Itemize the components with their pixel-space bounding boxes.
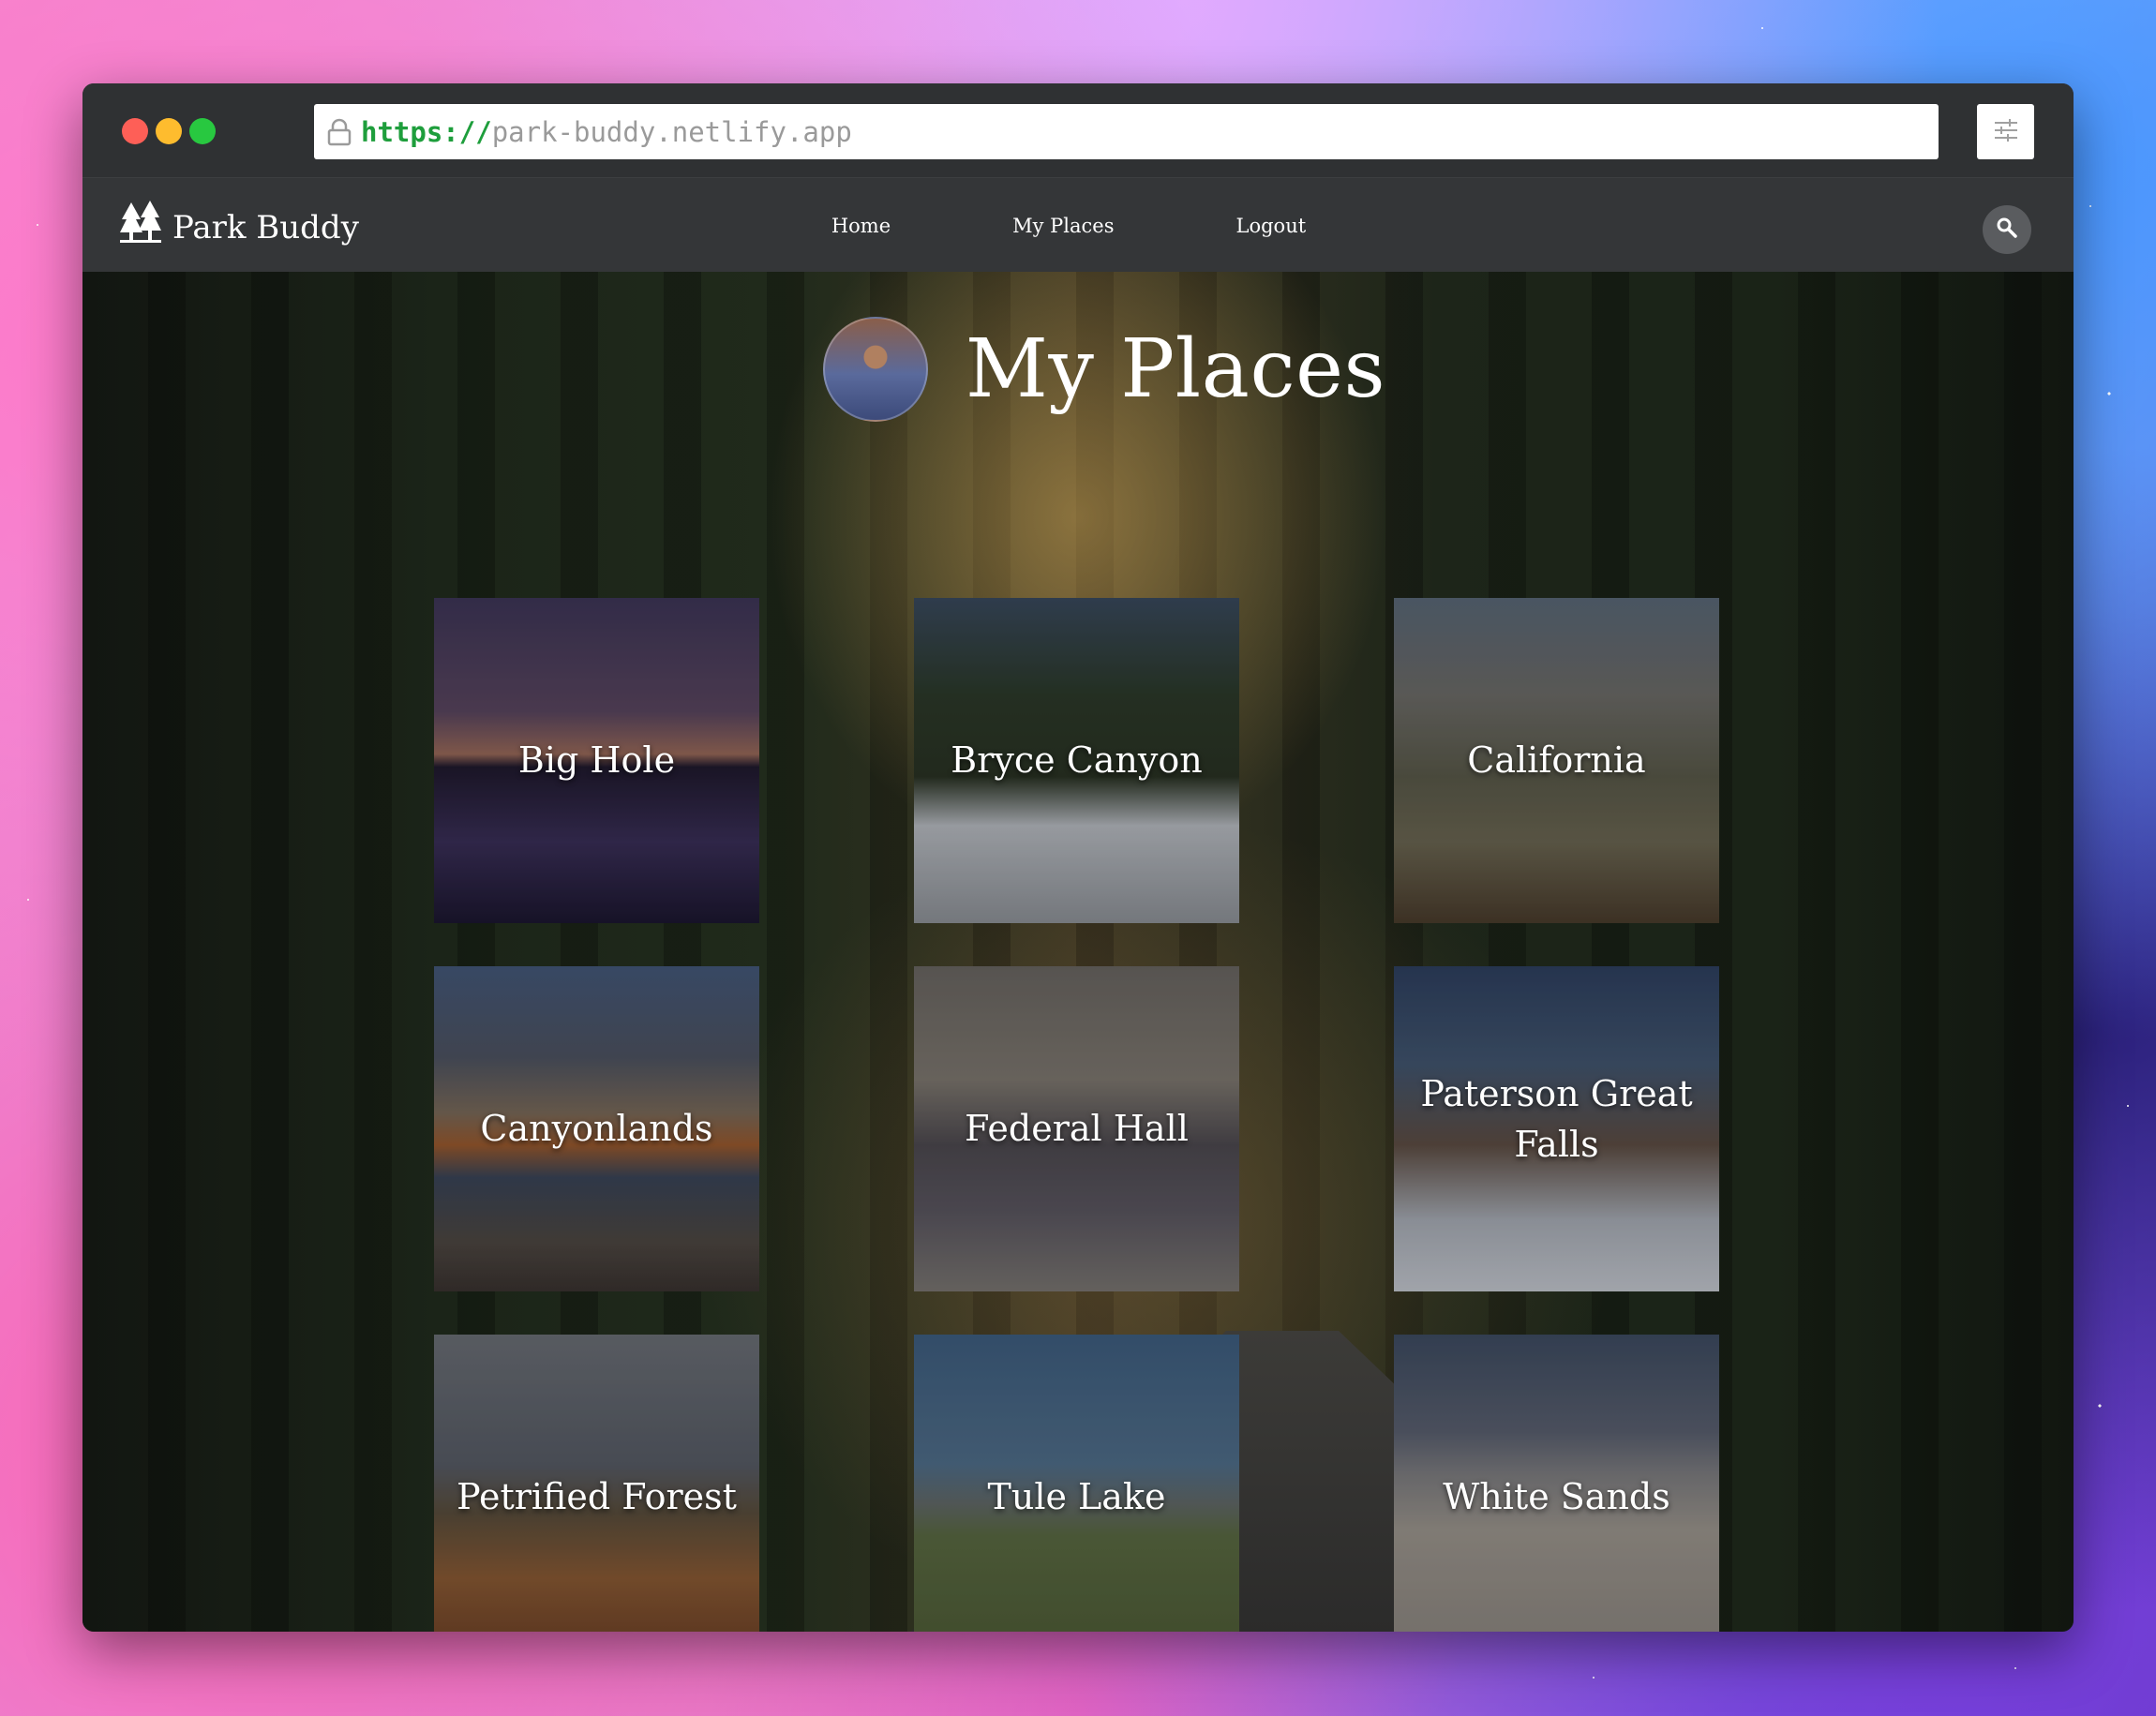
close-window-button[interactable] — [122, 118, 148, 144]
page-title: My Places — [965, 322, 1386, 416]
page-heading: My Places — [82, 317, 2074, 422]
place-card-tule-lake[interactable]: Tule Lake — [914, 1335, 1239, 1632]
place-card-label: Bryce Canyon — [951, 739, 1203, 781]
nav-links: Home My Places Logout — [82, 178, 2074, 273]
place-card-federal-hall[interactable]: Federal Hall — [914, 966, 1239, 1291]
place-card-big-hole[interactable]: Big Hole — [434, 598, 759, 923]
address-bar[interactable]: https:// park-buddy.netlify.app — [314, 104, 1939, 159]
place-card-bryce-canyon[interactable]: Bryce Canyon — [914, 598, 1239, 923]
nav-link-my-places[interactable]: My Places — [1012, 215, 1114, 237]
url-scheme: https:// — [361, 115, 492, 148]
url-host: park-buddy.netlify.app — [491, 115, 852, 148]
place-card-label: Tule Lake — [987, 1475, 1166, 1517]
places-grid: Big Hole Bryce Canyon California Canyonl… — [434, 598, 1720, 1632]
place-card-california[interactable]: California — [1394, 598, 1719, 923]
place-card-label: Petrified Forest — [457, 1475, 737, 1517]
place-card-label: Paterson Great Falls — [1420, 1073, 1693, 1165]
place-card-paterson-great-falls[interactable]: Paterson Great Falls — [1394, 966, 1719, 1291]
place-card-label: Canyonlands — [480, 1107, 713, 1149]
search-button[interactable] — [1983, 205, 2031, 254]
place-card-label: California — [1467, 739, 1646, 781]
place-card-label: Big Hole — [517, 739, 676, 781]
avatar[interactable] — [822, 317, 928, 422]
place-card-canyonlands[interactable]: Canyonlands — [434, 966, 759, 1291]
nav-link-logout[interactable]: Logout — [1236, 215, 1307, 237]
places-content: My Places Big Hole Bryce Canyon Californ… — [82, 272, 2074, 1632]
minimize-window-button[interactable] — [156, 118, 182, 144]
window-controls — [122, 118, 216, 144]
site-navbar: Park Buddy Home My Places Logout — [82, 177, 2074, 273]
place-card-white-sands[interactable]: White Sands — [1394, 1335, 1719, 1632]
sliders-icon — [1993, 118, 2019, 146]
place-card-label: Federal Hall — [965, 1107, 1189, 1149]
place-card-petrified-forest[interactable]: Petrified Forest — [434, 1335, 759, 1632]
place-card-label: White Sands — [1443, 1475, 1670, 1517]
zoom-window-button[interactable] — [189, 118, 216, 144]
browser-titlebar: https:// park-buddy.netlify.app — [82, 83, 2074, 177]
search-icon — [1996, 216, 2018, 243]
lock-icon — [327, 118, 352, 146]
settings-button[interactable] — [1977, 104, 2034, 159]
browser-window: https:// park-buddy.netlify.app Park Bud… — [82, 83, 2074, 1632]
nav-link-home[interactable]: Home — [831, 215, 891, 237]
